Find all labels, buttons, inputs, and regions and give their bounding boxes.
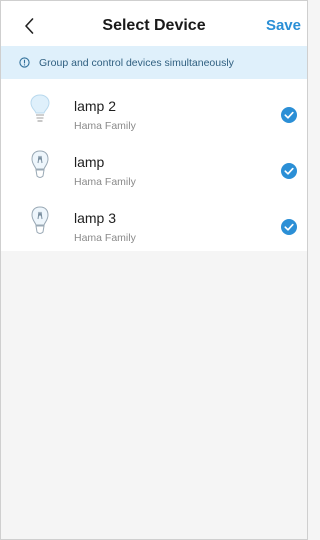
save-button[interactable]: Save bbox=[266, 17, 301, 34]
device-family: Hama Family bbox=[74, 120, 136, 132]
checkmark-icon[interactable] bbox=[281, 163, 297, 179]
info-icon bbox=[19, 57, 30, 68]
bulb-icon bbox=[30, 94, 50, 122]
device-row-lamp[interactable]: lamp Hama Family bbox=[1, 137, 307, 193]
device-family: Hama Family bbox=[74, 176, 136, 188]
device-name: lamp 2 bbox=[74, 98, 117, 114]
checkmark-icon[interactable] bbox=[281, 107, 297, 123]
checkmark-icon[interactable] bbox=[281, 219, 297, 235]
page-title: Select Device bbox=[102, 17, 206, 34]
device-name: lamp 3 bbox=[74, 210, 117, 226]
device-row-lamp-3[interactable]: lamp 3 Hama Family bbox=[1, 193, 307, 249]
banner-text: Group and control devices simultaneously bbox=[39, 56, 234, 69]
device-name: lamp bbox=[74, 154, 105, 170]
bulb-filament-icon bbox=[31, 206, 49, 234]
app-screen: Select Device Save Group and control dev… bbox=[0, 0, 308, 540]
header-bar: Select Device Save bbox=[1, 1, 307, 51]
device-row-lamp-2[interactable]: lamp 2 Hama Family bbox=[1, 81, 307, 137]
bulb-filament-icon bbox=[31, 150, 49, 178]
info-banner: Group and control devices simultaneously bbox=[1, 46, 307, 79]
device-list: lamp 2 Hama Family lamp Hama Family lamp… bbox=[1, 79, 307, 251]
device-family: Hama Family bbox=[74, 232, 136, 244]
